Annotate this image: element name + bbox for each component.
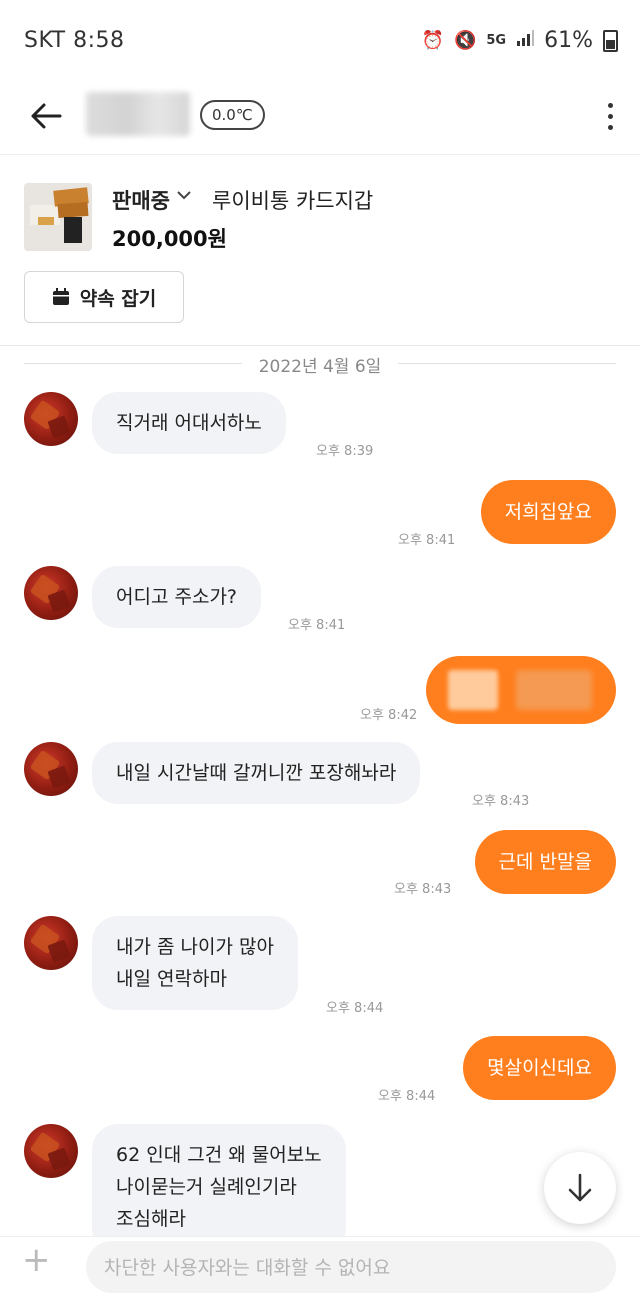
arrow-down-icon (568, 1173, 592, 1202)
incoming-message: 내일 시간날때 갈꺼니깐 포장해놔라 (92, 742, 421, 804)
outgoing-message: 근데 반말을 (474, 830, 616, 894)
product-thumbnail[interactable] (24, 183, 92, 251)
mute-icon: 🔇 (453, 30, 477, 51)
message-input-bar: + 차단한 사용자와는 대화할 수 없어요 (0, 1236, 640, 1293)
appointment-label: 약속 잡기 (79, 287, 157, 310)
status-bar: SKT 8:58 ⏰ 🔇 5G 61% (0, 0, 640, 82)
calendar-icon (52, 288, 69, 305)
incoming-message-multiline: 내가 좀 나이가 많아 내일 연락하마 (92, 916, 298, 1010)
more-vertical-icon (607, 102, 613, 108)
message-time: 오후 8:44 (378, 1089, 436, 1104)
message-time: 오후 8:43 (472, 794, 530, 809)
arrow-left-icon (31, 103, 62, 129)
manner-temperature-badge: 0.0℃ (200, 100, 265, 130)
make-appointment-button[interactable]: 약속 잡기 (24, 271, 184, 323)
battery-percent: 61% (544, 28, 593, 53)
partner-avatar[interactable] (24, 566, 78, 620)
product-title[interactable]: 루이비통 카드지갑 (212, 185, 373, 215)
product-info: 판매중 루이비통 카드지갑 200,000원 약속 잡기 (0, 155, 640, 346)
incoming-message-multiline: 62 인대 그건 왜 물어보노 나이묻는거 실례인기라 조심해라 (92, 1124, 346, 1254)
scroll-to-bottom-button[interactable] (544, 1152, 616, 1224)
message-input[interactable]: 차단한 사용자와는 대화할 수 없어요 (86, 1241, 616, 1293)
status-icons: ⏰ 🔇 5G 61% (422, 28, 618, 53)
incoming-message: 직거래 어대서하노 (92, 392, 286, 454)
partner-avatar[interactable] (24, 916, 78, 970)
carrier-time: SKT 8:58 (24, 28, 125, 53)
message-time: 오후 8:39 (316, 444, 374, 459)
sale-status-dropdown[interactable]: 판매중 (112, 185, 170, 215)
date-separator: 2022년 4월 6일 (0, 346, 640, 382)
incoming-message: 어디고 주소가? (92, 566, 262, 628)
chevron-down-icon[interactable] (176, 187, 192, 207)
partner-avatar[interactable] (24, 392, 78, 446)
signal-icon (516, 29, 535, 52)
more-options-button[interactable] (598, 94, 622, 138)
message-time: 오후 8:43 (394, 882, 452, 897)
plus-icon[interactable]: + (22, 1243, 51, 1277)
message-time: 오후 8:41 (398, 533, 456, 548)
partner-name-blurred (86, 92, 190, 136)
chat-messages[interactable]: 2022년 4월 6일 직거래 어대서하노 오후 8:39 저희집앞요 오후 8… (0, 346, 640, 1254)
message-time: 오후 8:44 (326, 1001, 384, 1016)
back-button[interactable] (24, 94, 68, 138)
outgoing-message-redacted (426, 656, 616, 724)
product-price: 200,000원 (112, 227, 227, 251)
battery-icon (603, 29, 618, 52)
partner-avatar[interactable] (24, 742, 78, 796)
date-label: 2022년 4월 6일 (258, 357, 382, 377)
outgoing-message: 몇살이신데요 (463, 1036, 616, 1100)
partner-avatar[interactable] (24, 1124, 78, 1178)
message-time: 오후 8:42 (360, 708, 418, 723)
outgoing-message: 저희집앞요 (480, 480, 616, 544)
alarm-icon: ⏰ (421, 30, 444, 51)
chat-header: 0.0℃ (0, 82, 640, 155)
message-time: 오후 8:41 (288, 618, 346, 633)
5g-icon: 5G (486, 33, 507, 48)
